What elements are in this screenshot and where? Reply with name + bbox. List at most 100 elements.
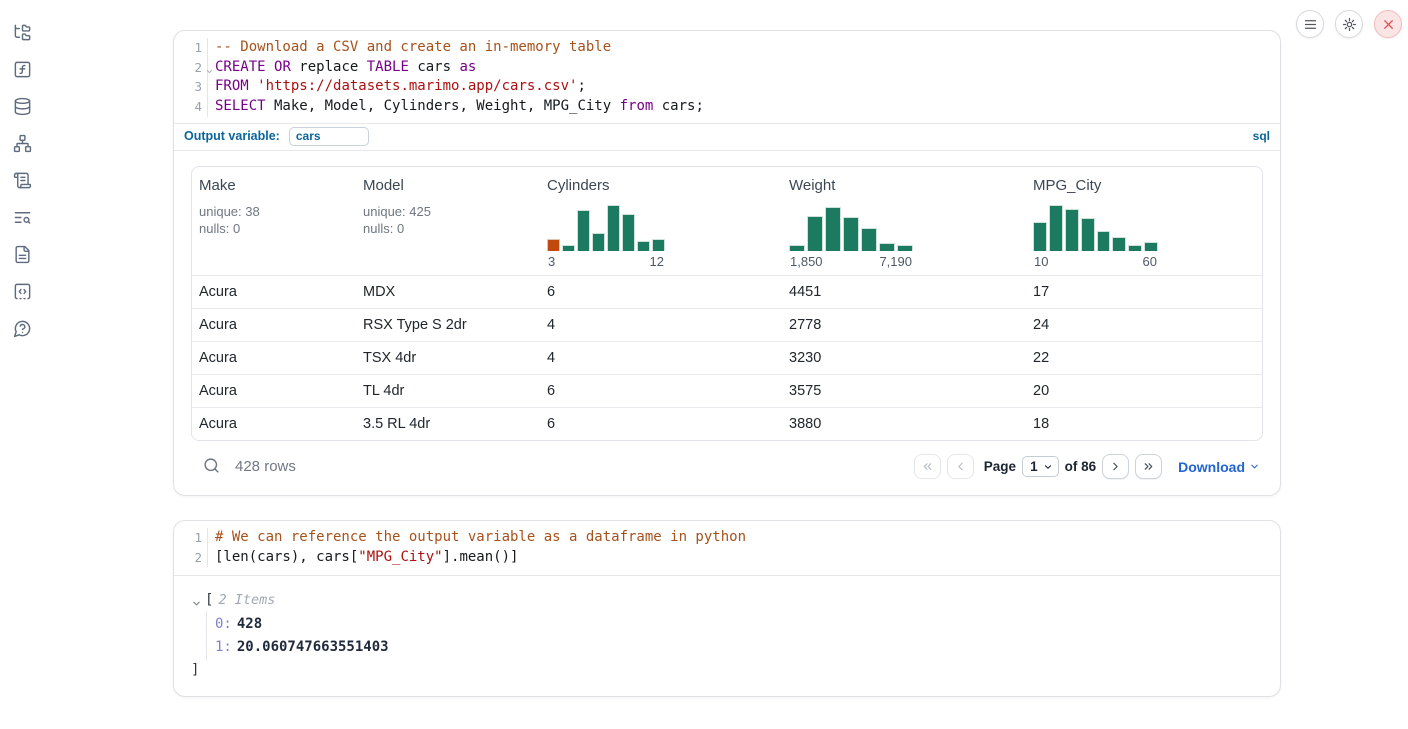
snippets-icon[interactable] — [12, 281, 32, 301]
sql-code-editor[interactable]: 1-- Download a CSV and create an in-memo… — [174, 31, 1280, 123]
histogram-bar[interactable] — [1112, 237, 1126, 251]
table-cell[interactable]: 4 — [540, 350, 782, 366]
histogram-bar[interactable] — [1033, 222, 1047, 251]
sql-cell: 1-- Download a CSV and create an in-memo… — [173, 30, 1281, 496]
table-cell[interactable]: TSX 4dr — [356, 350, 540, 366]
table-cell[interactable]: MDX — [356, 284, 540, 300]
variables-icon[interactable] — [12, 59, 32, 79]
table-cell[interactable]: 6 — [540, 383, 782, 399]
next-page-button[interactable] — [1102, 454, 1129, 479]
column-name[interactable]: Weight — [789, 177, 1019, 194]
file-explorer-icon[interactable] — [12, 22, 32, 42]
histogram-bar[interactable] — [1049, 205, 1063, 251]
table-cell[interactable]: 24 — [1026, 317, 1262, 333]
histogram-bar[interactable] — [652, 239, 665, 251]
column-name[interactable]: Cylinders — [547, 177, 775, 194]
logs-icon[interactable] — [12, 207, 32, 227]
table-cell[interactable]: 4 — [540, 317, 782, 333]
table-cell[interactable]: RSX Type S 2dr — [356, 317, 540, 333]
output-variable-input[interactable] — [289, 127, 369, 146]
table-cell[interactable]: 6 — [540, 416, 782, 432]
table-cell[interactable]: Acura — [192, 284, 356, 300]
table-cell[interactable]: Acura — [192, 317, 356, 333]
table-cell[interactable]: 17 — [1026, 284, 1262, 300]
notebook: 1-- Download a CSV and create an in-memo… — [173, 30, 1281, 697]
python-cell: 1# We can reference the output variable … — [173, 520, 1281, 697]
histogram: 312 — [547, 203, 665, 269]
download-button[interactable]: Download — [1178, 459, 1260, 475]
hamburger-icon — [1303, 17, 1318, 32]
table-cell[interactable]: 22 — [1026, 350, 1262, 366]
table-cell[interactable]: 20 — [1026, 383, 1262, 399]
histogram-bar[interactable] — [1081, 218, 1095, 251]
dependency-graph-icon[interactable] — [12, 133, 32, 153]
row-count: 428 rows — [235, 458, 296, 475]
table-row[interactable]: AcuraMDX6445117 — [192, 275, 1262, 308]
histogram-bar[interactable] — [1144, 242, 1158, 251]
table-header-cell: Cylinders 312 — [540, 167, 782, 275]
search-icon[interactable] — [201, 457, 221, 477]
histogram-ticks: 1,8507,190 — [789, 254, 913, 269]
histogram-bar[interactable] — [843, 217, 859, 251]
table-cell[interactable]: TL 4dr — [356, 383, 540, 399]
datasources-icon[interactable] — [12, 96, 32, 116]
histogram-bar[interactable] — [897, 245, 913, 251]
table-cell[interactable]: 3.5 RL 4dr — [356, 416, 540, 432]
prev-page-button[interactable] — [947, 454, 974, 479]
settings-button[interactable] — [1335, 10, 1363, 38]
first-page-button[interactable] — [914, 454, 941, 479]
histogram-bar[interactable] — [879, 243, 895, 251]
histogram-bar[interactable] — [562, 245, 575, 251]
table-row[interactable]: AcuraTSX 4dr4323022 — [192, 341, 1262, 374]
scratchpad-icon[interactable] — [12, 170, 32, 190]
histogram-bar[interactable] — [807, 216, 823, 251]
column-name[interactable]: Make — [199, 177, 349, 194]
page-select[interactable]: 1 — [1022, 456, 1059, 477]
table-cell[interactable]: 4451 — [782, 284, 1026, 300]
table-cell[interactable]: 18 — [1026, 416, 1262, 432]
table-cell[interactable]: 3575 — [782, 383, 1026, 399]
table-row[interactable]: Acura3.5 RL 4dr6388018 — [192, 407, 1262, 440]
language-badge[interactable]: sql — [1253, 129, 1270, 143]
histogram-bar[interactable] — [592, 233, 605, 251]
menu-button[interactable] — [1296, 10, 1324, 38]
page-label: Page — [984, 459, 1016, 474]
fold-caret-icon[interactable] — [205, 62, 214, 71]
table-row[interactable]: AcuraTL 4dr6357520 — [192, 374, 1262, 407]
histogram-bar[interactable] — [547, 239, 560, 251]
histogram-bar[interactable] — [861, 228, 877, 251]
histogram-bar[interactable] — [637, 241, 650, 251]
histogram-bar[interactable] — [825, 207, 841, 251]
code-line: 2[len(cars), cars["MPG_City"].mean()] — [174, 548, 1280, 568]
python-code-editor[interactable]: 1# We can reference the output variable … — [174, 521, 1280, 576]
histogram-bar[interactable] — [577, 210, 590, 251]
page-select-value: 1 — [1030, 459, 1038, 474]
table-cell[interactable]: Acura — [192, 383, 356, 399]
code-line: 4SELECT Make, Model, Cylinders, Weight, … — [174, 97, 1280, 117]
table-cell[interactable]: 3230 — [782, 350, 1026, 366]
last-page-button[interactable] — [1135, 454, 1162, 479]
table-cell[interactable]: 2778 — [782, 317, 1026, 333]
column-stats: unique: 38nulls: 0 — [199, 203, 349, 237]
help-icon[interactable] — [12, 318, 32, 338]
histogram-tick: 10 — [1034, 254, 1048, 269]
collapse-caret-icon[interactable] — [191, 595, 202, 606]
table-header-cell: Modelunique: 425nulls: 0 — [356, 167, 540, 275]
table-row[interactable]: AcuraRSX Type S 2dr4277824 — [192, 308, 1262, 341]
histogram-bar[interactable] — [789, 245, 805, 251]
column-name[interactable]: Model — [363, 177, 533, 194]
table-cell[interactable]: Acura — [192, 350, 356, 366]
line-number: 1 — [174, 38, 208, 58]
documentation-icon[interactable] — [12, 244, 32, 264]
table-cell[interactable]: 6 — [540, 284, 782, 300]
code-text: SELECT Make, Model, Cylinders, Weight, M… — [208, 97, 704, 117]
histogram-bar[interactable] — [607, 205, 620, 251]
histogram-bar[interactable] — [1097, 231, 1111, 251]
shutdown-button[interactable] — [1374, 10, 1402, 38]
table-cell[interactable]: Acura — [192, 416, 356, 432]
table-cell[interactable]: 3880 — [782, 416, 1026, 432]
histogram-bar[interactable] — [1065, 209, 1079, 251]
column-name[interactable]: MPG_City — [1033, 177, 1255, 194]
histogram-bar[interactable] — [622, 214, 635, 251]
histogram-bar[interactable] — [1128, 245, 1142, 251]
